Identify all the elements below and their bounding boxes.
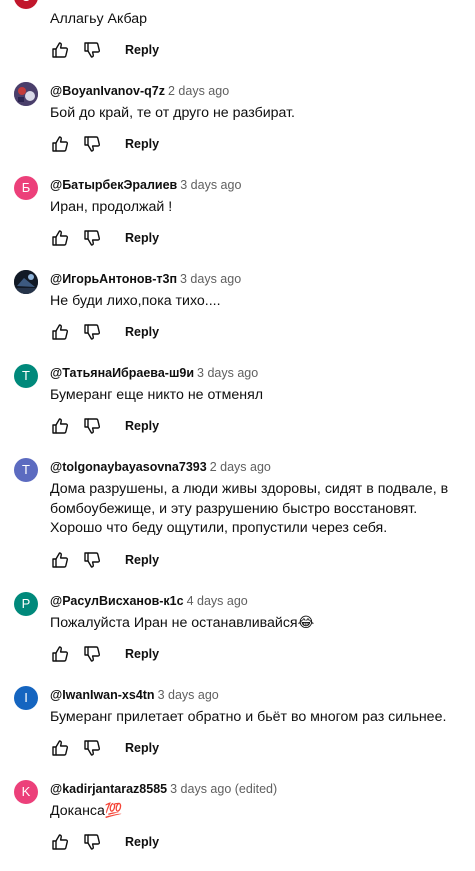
comment-time[interactable]: 3 days ago: [180, 178, 241, 192]
like-icon[interactable]: [50, 550, 70, 570]
dislike-icon[interactable]: [82, 228, 102, 248]
reply-button[interactable]: Reply: [125, 552, 159, 568]
comment-text: Доканса💯: [50, 803, 123, 819]
avatar[interactable]: K: [14, 780, 38, 804]
comment-text: Бумеранг прилетает обратно и бьёт во мно…: [50, 709, 447, 725]
reply-button[interactable]: Reply: [125, 418, 159, 434]
avatar[interactable]: [14, 270, 38, 294]
comment-header: @ИгорьАнтонов-т3п 3 days ago: [50, 271, 241, 287]
comment-header: @IwanIwan-xs4tn 3 days ago: [50, 687, 219, 703]
dislike-icon[interactable]: [82, 416, 102, 436]
comment-time[interactable]: 3 days ago: [197, 366, 258, 380]
author-name[interactable]: @kadirjantaraz8585: [50, 782, 167, 796]
avatar[interactable]: Т: [14, 364, 38, 388]
comment-time[interactable]: 3 days ago: [180, 272, 241, 286]
comment-header: @tolgonaybayasovna7393 2 days ago: [50, 459, 271, 475]
avatar[interactable]: T: [14, 458, 38, 482]
reply-button[interactable]: Reply: [125, 646, 159, 662]
dislike-icon[interactable]: [82, 644, 102, 664]
comment-header: @ТатьянаИбраева-ш9и 3 days ago: [50, 365, 258, 381]
author-name[interactable]: @BoyanIvanov-q7z: [50, 84, 165, 98]
dislike-icon[interactable]: [82, 40, 102, 60]
author-name[interactable]: @ИгорьАнтонов-т3п: [50, 272, 177, 286]
like-icon[interactable]: [50, 40, 70, 60]
dislike-icon[interactable]: [82, 134, 102, 154]
comment-text: Дома разрушены, а люди живы здоровы, сид…: [50, 481, 449, 536]
comment-header: @РасулВисханов-к1с 4 days ago: [50, 593, 248, 609]
like-icon[interactable]: [50, 134, 70, 154]
reply-button[interactable]: Reply: [125, 230, 159, 246]
reply-button[interactable]: Reply: [125, 324, 159, 340]
author-name[interactable]: @ТатьянаИбраева-ш9и: [50, 366, 194, 380]
comment-text: Пожалуйста Иран не останавливайся😂: [50, 615, 315, 631]
like-icon[interactable]: [50, 644, 70, 664]
comment-text: Бой до край, те от друго не разбират.: [50, 105, 295, 121]
comment-header: @kadirjantaraz8585 3 days ago (edited): [50, 781, 277, 797]
avatar[interactable]: Р: [14, 592, 38, 616]
comment-time[interactable]: 2 days ago: [210, 460, 271, 474]
dislike-icon[interactable]: [82, 550, 102, 570]
like-icon[interactable]: [50, 228, 70, 248]
author-name[interactable]: @IwanIwan-xs4tn: [50, 688, 155, 702]
comment-header: @БатырбекЭралиев 3 days ago: [50, 177, 241, 193]
author-name[interactable]: @БатырбекЭралиев: [50, 178, 177, 192]
avatar[interactable]: С: [14, 0, 38, 9]
author-name[interactable]: @tolgonaybayasovna7393: [50, 460, 207, 474]
avatar[interactable]: [14, 82, 38, 106]
reply-button[interactable]: Reply: [125, 740, 159, 756]
dislike-icon[interactable]: [82, 322, 102, 342]
dislike-icon[interactable]: [82, 832, 102, 852]
like-icon[interactable]: [50, 416, 70, 436]
comments-list: С Аллагьу Акбар Reply @BoyanIvanov-q7z2 …: [0, 0, 475, 871]
comment-time[interactable]: 3 days ago (edited): [170, 782, 277, 796]
comment-text: Не буди лихо,пока тихо....: [50, 293, 221, 309]
reply-button[interactable]: Reply: [125, 834, 159, 850]
reply-button[interactable]: Reply: [125, 42, 159, 58]
avatar[interactable]: I: [14, 686, 38, 710]
author-name[interactable]: @РасулВисханов-к1с: [50, 594, 184, 608]
avatar[interactable]: Б: [14, 176, 38, 200]
like-icon[interactable]: [50, 832, 70, 852]
comment-text: Бумеранг еще никто не отменял: [50, 387, 264, 403]
comment-time[interactable]: 4 days ago: [187, 594, 248, 608]
comment-time[interactable]: 2 days ago: [168, 84, 229, 98]
comment-text: Иран, продолжай !: [50, 199, 173, 215]
dislike-icon[interactable]: [82, 738, 102, 758]
reply-button[interactable]: Reply: [125, 136, 159, 152]
comment-text: Аллагьу Акбар: [50, 11, 148, 27]
like-icon[interactable]: [50, 738, 70, 758]
comment-header: @BoyanIvanov-q7z 2 days ago: [50, 83, 229, 99]
like-icon[interactable]: [50, 322, 70, 342]
comment-time[interactable]: 3 days ago: [158, 688, 219, 702]
